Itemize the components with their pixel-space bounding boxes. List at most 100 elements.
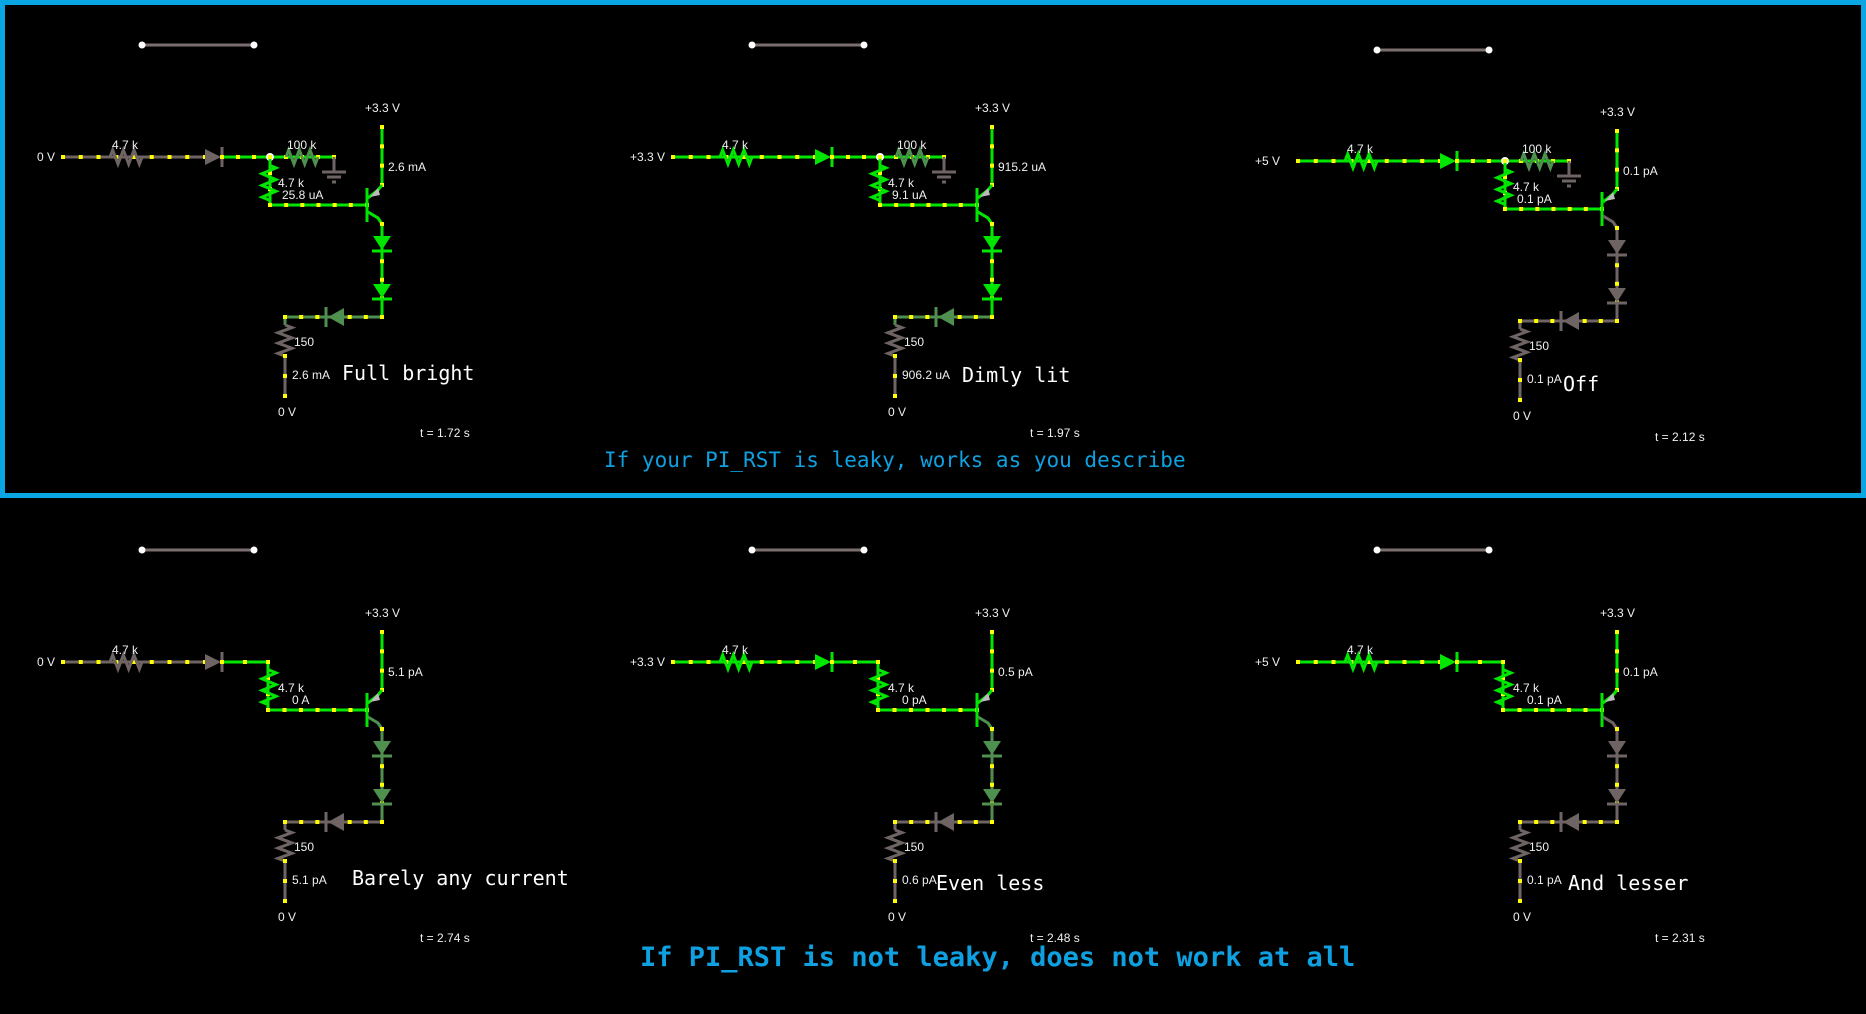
switch-terminal[interactable] [138,546,146,554]
input-resistor [108,145,144,169]
current-dot [990,259,994,264]
led-current-label: 906.2 uA [902,368,950,382]
collector-current-label: 2.6 mA [388,160,426,174]
led-1-triangle [983,741,1001,755]
current-dot [1615,649,1619,654]
current-dot [942,203,947,207]
circuit-top-1: 0 V4.7 k 100 k4.7 k25.8 uA+3.3 V2.6 mA150… [37,41,474,440]
current-dot [942,708,946,712]
annotation-note: And lesser [1568,871,1688,895]
led-resistor [883,828,907,863]
input-resistor-label: 4.7 k [722,138,749,152]
circuit-bottom-2: +3.3 V4.7 k4.7 k0 pA+3.3 V0.5 pA1500.6 p… [630,546,1080,945]
current-dot [347,315,352,319]
current-dot [925,820,930,824]
base-resistor [868,668,890,707]
current-dot [1402,660,1407,664]
current-dot [283,315,287,319]
base-resistor [1493,668,1515,707]
current-dot [167,660,172,664]
input-voltage-label: +5 V [1255,655,1280,669]
current-dot [990,163,994,168]
switch-terminal[interactable] [860,41,868,49]
current-dot [990,315,994,319]
input-resistor-label: 4.7 k [112,643,139,657]
current-dot [283,899,287,903]
current-dot [185,155,190,159]
current-dot [893,374,897,378]
ground-voltage-label: 0 V [1513,910,1531,924]
led-resistor-label: 150 [294,335,314,349]
switch-terminal[interactable] [1373,546,1381,554]
current-dot [1615,319,1619,323]
switch-terminal[interactable] [748,41,756,49]
current-dot [1384,660,1389,664]
led-resistor-label: 150 [1529,339,1549,353]
current-dot [1519,207,1524,211]
switch-terminal[interactable] [748,546,756,554]
current-dot [706,155,711,159]
supply-voltage-label: +3.3 V [975,101,1010,115]
input-resistor [1343,149,1379,173]
current-dot [380,277,384,282]
input-resistor-label: 4.7 k [112,138,139,152]
current-dot [1615,820,1619,824]
current-dot [1503,207,1507,211]
current-dot [266,708,270,712]
supply-voltage-label: +3.3 V [1600,105,1635,119]
led-current-label: 5.1 pA [292,873,327,887]
supply-voltage-label: +3.3 V [365,101,400,115]
current-dot [1567,708,1571,712]
current-dot [380,125,384,129]
switch-terminal[interactable] [250,546,258,554]
current-dot [236,155,240,159]
current-dot [332,203,337,207]
switch-terminal[interactable] [1485,546,1493,554]
current-dot [1550,319,1555,323]
led-resistor-label: 150 [904,840,924,854]
current-dot [1615,727,1619,731]
led-2-triangle [983,284,1001,298]
current-dot [149,660,154,664]
supply-voltage-label: +3.3 V [1600,606,1635,620]
current-dot [1534,820,1539,824]
ground-voltage-label: 0 V [888,405,906,419]
current-dot [1583,207,1588,211]
switch-terminal[interactable] [860,546,868,554]
switch-terminal[interactable] [250,41,258,49]
current-dot [266,660,270,664]
input-diode-triangle [815,149,831,165]
current-dot [1518,859,1522,863]
current-dot [893,315,897,319]
led-current-label: 0.6 pA [902,873,937,887]
led-1-triangle [373,741,391,755]
current-dot [283,354,287,358]
base-current-label: 0 pA [902,693,927,707]
input-diode-triangle [1440,153,1456,169]
led-resistor [1508,327,1532,362]
annotation-note: Barely any current [352,866,569,890]
switch-terminal[interactable] [1373,46,1381,54]
led-2-triangle [1608,789,1626,803]
current-dot [380,630,384,634]
current-dot [876,708,880,712]
current-dot [78,660,83,664]
current-dot [315,820,320,824]
annotation-note: Dimly lit [962,363,1070,387]
current-dot [283,394,287,398]
current-dot [990,668,994,673]
current-dot [958,708,963,712]
current-dot [380,782,384,787]
input-resistor-label: 4.7 k [1347,142,1374,156]
current-dot [759,660,764,664]
led-3-triangle [328,308,344,326]
current-dot [78,155,83,159]
current-dot [990,764,994,769]
base-resistor [868,163,890,202]
led-current-label: 0.1 pA [1527,873,1562,887]
switch-terminal[interactable] [138,41,146,49]
current-dot [1615,281,1619,286]
current-dot [61,155,65,159]
input-voltage-label: +3.3 V [630,655,665,669]
switch-terminal[interactable] [1485,46,1493,54]
